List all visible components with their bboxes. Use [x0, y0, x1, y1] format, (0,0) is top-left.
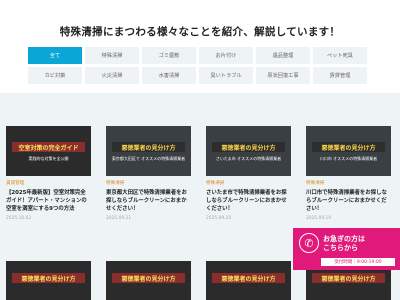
article-thumbnail[interactable]: 悪徳業者の見分け方 川口市 オススメの特殊清掃業者	[306, 126, 391, 176]
article-title[interactable]: 川口市で特殊清掃業者をお探しならブルークリーンにおまかせください！	[306, 189, 391, 213]
article-card[interactable]: 悪徳業者の見分け方 東京都大田区で オススメの特殊清掃業者 特殊清掃 東京都大田…	[106, 126, 191, 221]
contact-line2: こちらから	[323, 244, 358, 252]
tab-trash-house[interactable]: ゴミ屋敷	[142, 47, 196, 64]
thumbnail-banner: 悪徳業者の見分け方	[312, 273, 385, 283]
thumbnail-subtitle: 川口市 オススメの特殊清掃業者	[319, 156, 378, 161]
article-title[interactable]: 東京都大田区で特殊清掃業者をお探しならブルークリーンにおまかせください！	[106, 189, 191, 213]
tab-flood-cleaning[interactable]: 水害清掃	[142, 67, 196, 84]
thumbnail-banner: 悪徳業者の見分け方	[312, 142, 385, 152]
article-thumbnail-row2[interactable]: 悪徳業者の見分け方	[206, 261, 291, 300]
article-category[interactable]: 賃貸管理	[6, 180, 91, 186]
article-thumbnail[interactable]: 空室対策の完全ガイド 実践的な対策を全公開	[6, 126, 91, 176]
article-card[interactable]: 悪徳業者の見分け方 川口市 オススメの特殊清掃業者 特殊清掃 川口市で特殊清掃業…	[306, 126, 391, 221]
article-category[interactable]: 特殊清掃	[306, 180, 391, 186]
thumbnail-banner: 悪徳業者の見分け方	[12, 273, 85, 283]
article-date: 2025.09.21	[106, 216, 132, 221]
tab-pet-odor[interactable]: ペット死臭	[313, 47, 367, 64]
article-thumbnail-row2[interactable]: 悪徳業者の見分け方	[6, 261, 91, 300]
article-card[interactable]: 悪徳業者の見分け方 さいたま市 オススメの特殊清掃業者 特殊清掃 さいたま市で特…	[206, 126, 291, 221]
thumbnail-banner: 悪徳業者の見分け方	[112, 142, 185, 152]
article-thumbnail-row2[interactable]: 悪徳業者の見分け方	[106, 261, 191, 300]
hero-section: 特殊清掃にまつわる様々なことを紹介、解説しています！ 全て 特殊清掃 ゴミ屋敷 …	[0, 0, 400, 93]
article-category[interactable]: 特殊清掃	[106, 180, 191, 186]
article-date: 2025.10.02	[6, 216, 32, 221]
tab-mold[interactable]: カビ対策	[28, 67, 82, 84]
phone-icon: ✆	[299, 233, 319, 253]
article-date: 2025.09.20	[206, 216, 232, 221]
page-title: 特殊清掃にまつわる様々なことを紹介、解説しています！	[59, 26, 341, 38]
tab-tidying[interactable]: お片付け	[199, 47, 253, 64]
tab-estate-sorting[interactable]: 遺品整理	[256, 47, 310, 64]
thumbnail-subtitle: さいたま市 オススメの特殊清掃業者	[215, 156, 282, 161]
tab-all[interactable]: 全て	[28, 47, 82, 64]
tab-rental-management[interactable]: 賃貸管理	[313, 67, 367, 84]
article-category[interactable]: 特殊清掃	[206, 180, 291, 186]
tab-special-cleaning[interactable]: 特殊清掃	[85, 47, 139, 64]
business-hours: 受付時間｜9:00-19:00	[321, 258, 395, 266]
thumbnail-banner: 空室対策の完全ガイド	[12, 142, 85, 152]
thumbnail-subtitle: 東京都大田区で オススメの特殊清掃業者	[111, 156, 186, 161]
article-thumbnail[interactable]: 悪徳業者の見分け方 東京都大田区で オススメの特殊清掃業者	[106, 126, 191, 176]
article-thumbnail[interactable]: 悪徳業者の見分け方 さいたま市 オススメの特殊清掃業者	[206, 126, 291, 176]
article-date: 2025.09.19	[306, 216, 332, 221]
thumbnail-subtitle: 実践的な対策を全公開	[28, 156, 69, 161]
thumbnail-banner: 悪徳業者の見分け方	[112, 273, 185, 283]
category-tabs: 全て 特殊清掃 ゴミ屋敷 お片付け 遺品整理 ペット死臭 カビ対策 火災清掃 水…	[28, 47, 367, 84]
article-card[interactable]: 空室対策の完全ガイド 実践的な対策を全公開 賃貸管理 【2025年最新版】空室対…	[6, 126, 91, 221]
thumbnail-banner: 悪徳業者の見分け方	[212, 273, 285, 283]
tab-fire-cleaning[interactable]: 火災清掃	[85, 67, 139, 84]
article-title[interactable]: 【2025年最新版】空室対策完全ガイド！アパート・マンションの空室を満室にする9…	[6, 189, 91, 213]
tab-restoration[interactable]: 原状回復工事	[256, 67, 310, 84]
urgent-contact-button[interactable]: ✆ お急ぎの方は こちらから 受付時間｜9:00-19:00	[293, 228, 400, 270]
tab-odor-trouble[interactable]: 臭いトラブル	[199, 67, 253, 84]
article-title[interactable]: さいたま市で特殊清掃業者をお探しならブルークリーンにおまかせください！	[206, 189, 291, 213]
thumbnail-banner: 悪徳業者の見分け方	[212, 142, 285, 152]
